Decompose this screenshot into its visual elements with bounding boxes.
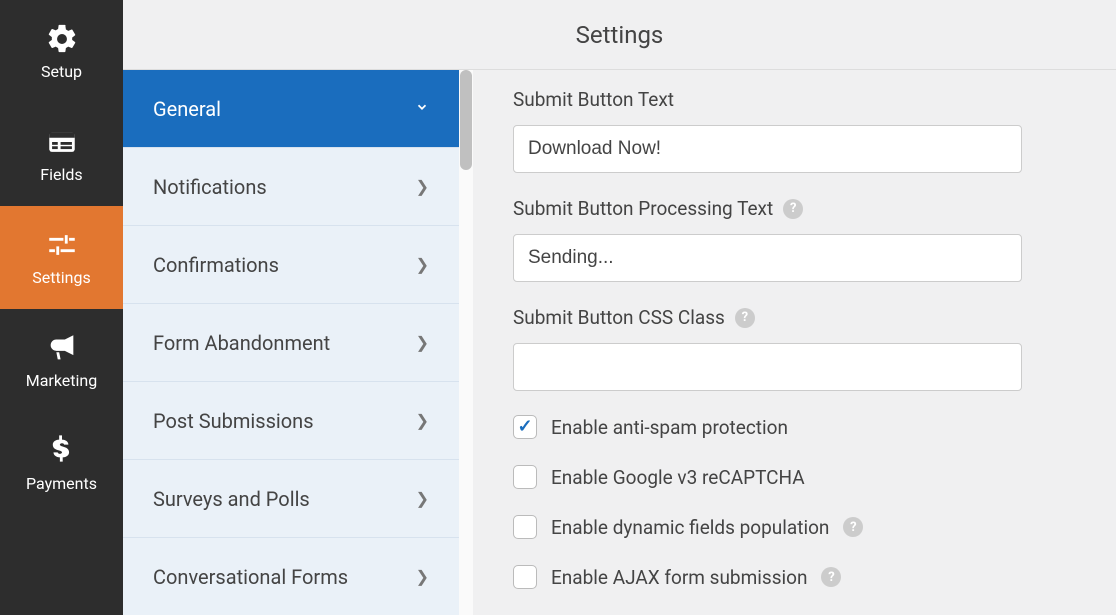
dollar-icon xyxy=(45,434,79,468)
settings-subpanel: General Notifications ❯ Confirmations ❯ … xyxy=(123,70,473,615)
subpanel-item-post-submissions[interactable]: Post Submissions ❯ xyxy=(123,382,459,460)
submit-button-css-class-input[interactable] xyxy=(513,343,1022,391)
help-icon[interactable]: ? xyxy=(843,517,863,537)
subpanel-item-label: Conversational Forms xyxy=(153,565,348,589)
checkbox[interactable] xyxy=(513,565,537,589)
subpanel-item-surveys-polls[interactable]: Surveys and Polls ❯ xyxy=(123,460,459,538)
tab-payments[interactable]: Payments xyxy=(0,412,123,515)
tab-label: Fields xyxy=(40,165,82,184)
subpanel-item-general[interactable]: General xyxy=(123,70,459,148)
field-label: Submit Button Processing Text ? xyxy=(513,197,1076,220)
tab-label: Payments xyxy=(26,474,97,493)
page-title: Settings xyxy=(123,0,1116,70)
check-dynamic-fields[interactable]: Enable dynamic fields population ? xyxy=(513,515,1076,539)
content-area: Settings General Notifications ❯ Confirm… xyxy=(123,0,1116,615)
field-label-text: Submit Button Processing Text xyxy=(513,197,773,220)
main-tabs: Setup Fields Settings Marketing Payments xyxy=(0,0,123,615)
help-icon[interactable]: ? xyxy=(821,567,841,587)
chevron-down-icon xyxy=(415,99,429,118)
chevron-right-icon: ❯ xyxy=(416,489,429,508)
checkbox[interactable] xyxy=(513,465,537,489)
field-submit-button-text: Submit Button Text xyxy=(513,88,1076,173)
scrollbar-thumb[interactable] xyxy=(460,70,472,170)
check-label: Enable Google v3 reCAPTCHA xyxy=(551,466,805,489)
subpanel-item-notifications[interactable]: Notifications ❯ xyxy=(123,148,459,226)
subpanel-item-label: Post Submissions xyxy=(153,409,314,433)
check-antispam[interactable]: Enable anti-spam protection xyxy=(513,415,1076,439)
tab-label: Setup xyxy=(41,62,82,81)
list-icon xyxy=(45,125,79,159)
settings-form: Submit Button Text Submit Button Process… xyxy=(473,70,1116,615)
subpanel-item-label: Notifications xyxy=(153,175,267,199)
subpanel-item-form-abandonment[interactable]: Form Abandonment ❯ xyxy=(123,304,459,382)
subpanel-item-label: Confirmations xyxy=(153,253,279,277)
tab-label: Settings xyxy=(32,268,90,287)
tab-settings[interactable]: Settings xyxy=(0,206,123,309)
help-icon[interactable]: ? xyxy=(783,199,803,219)
tab-label: Marketing xyxy=(26,371,97,390)
body: General Notifications ❯ Confirmations ❯ … xyxy=(123,70,1116,615)
check-recaptcha[interactable]: Enable Google v3 reCAPTCHA xyxy=(513,465,1076,489)
subpanel-scrollbar[interactable] xyxy=(459,70,473,615)
tab-fields[interactable]: Fields xyxy=(0,103,123,206)
chevron-right-icon: ❯ xyxy=(416,177,429,196)
subpanel-item-label: Surveys and Polls xyxy=(153,487,310,511)
submit-button-text-input[interactable] xyxy=(513,125,1022,173)
chevron-right-icon: ❯ xyxy=(416,411,429,430)
chevron-right-icon: ❯ xyxy=(416,333,429,352)
field-label: Submit Button CSS Class ? xyxy=(513,306,1076,329)
field-label: Submit Button Text xyxy=(513,88,1076,111)
check-label: Enable AJAX form submission xyxy=(551,566,807,589)
chevron-right-icon: ❯ xyxy=(416,255,429,274)
subpanel-item-label: General xyxy=(153,97,221,121)
chevron-right-icon: ❯ xyxy=(416,567,429,586)
subpanel-item-conversational-forms[interactable]: Conversational Forms ❯ xyxy=(123,538,459,615)
field-label-text: Submit Button CSS Class xyxy=(513,306,725,329)
field-submit-button-css-class: Submit Button CSS Class ? xyxy=(513,306,1076,391)
subpanel-item-confirmations[interactable]: Confirmations ❯ xyxy=(123,226,459,304)
help-icon[interactable]: ? xyxy=(735,308,755,328)
field-submit-button-processing-text: Submit Button Processing Text ? xyxy=(513,197,1076,282)
tab-marketing[interactable]: Marketing xyxy=(0,309,123,412)
checkbox[interactable] xyxy=(513,515,537,539)
settings-subpanel-list: General Notifications ❯ Confirmations ❯ … xyxy=(123,70,459,615)
bullhorn-icon xyxy=(45,331,79,365)
check-label: Enable anti-spam protection xyxy=(551,416,788,439)
tab-setup[interactable]: Setup xyxy=(0,0,123,103)
submit-button-processing-text-input[interactable] xyxy=(513,234,1022,282)
subpanel-item-label: Form Abandonment xyxy=(153,331,330,355)
check-ajax-submit[interactable]: Enable AJAX form submission ? xyxy=(513,565,1076,589)
sliders-icon xyxy=(45,228,79,262)
check-label: Enable dynamic fields population xyxy=(551,516,829,539)
checkbox[interactable] xyxy=(513,415,537,439)
gear-icon xyxy=(45,22,79,56)
